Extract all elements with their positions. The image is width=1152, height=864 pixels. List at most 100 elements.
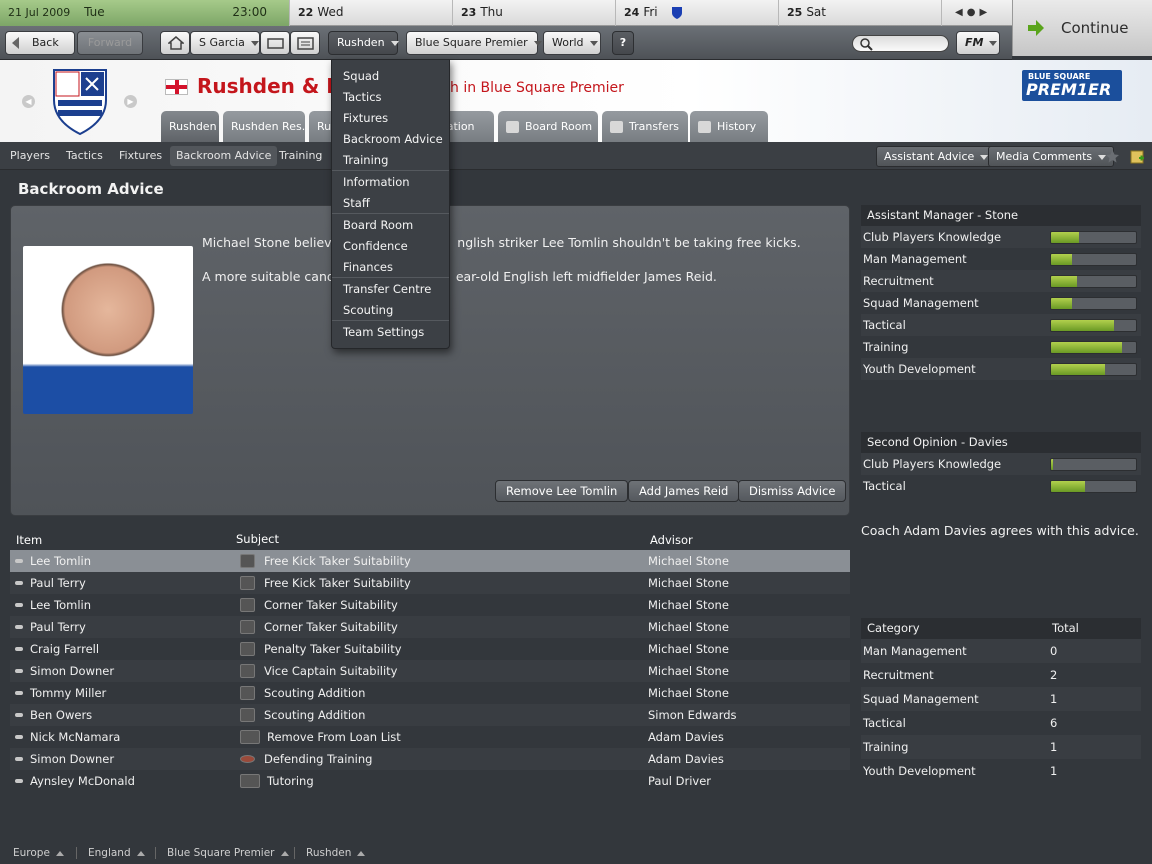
category-total: 1 [1050, 764, 1058, 778]
column-header-advisor[interactable]: Advisor [650, 533, 693, 547]
assistant-advice-button[interactable]: Assistant Advice [876, 146, 997, 167]
table-row[interactable]: Nick McNamara Remove From Loan List Adam D… [10, 726, 850, 748]
table-row[interactable]: Man Management 0 [861, 639, 1141, 663]
menu-item-team-settings[interactable]: Team Settings [343, 325, 424, 339]
table-row[interactable]: Tommy Miller Scouting Addition Michael Sto… [10, 682, 850, 704]
second-opinion-ratings: Club Players Knowledge Tactical [861, 453, 1141, 497]
table-row[interactable]: Tactical 6 [861, 711, 1141, 735]
news-button[interactable] [290, 31, 320, 55]
tab-rushden[interactable]: Rushden [161, 111, 219, 142]
calendar-day[interactable]: 22 Wed [290, 0, 453, 26]
table-row[interactable]: Craig Farrell Penalty Taker Suitability Mi… [10, 638, 850, 660]
column-header-item[interactable]: Item [16, 533, 42, 547]
home-button[interactable] [160, 31, 190, 55]
table-row[interactable]: Ben Owers Scouting Addition Simon Edwards [10, 704, 850, 726]
menu-item-squad[interactable]: Squad [343, 69, 379, 83]
table-row[interactable]: Simon Downer Vice Captain Suitability Mich… [10, 660, 850, 682]
subtab-tactics[interactable]: Tactics [60, 146, 109, 166]
subtab-training[interactable]: Training [273, 146, 328, 166]
subtab-players[interactable]: Players [4, 146, 56, 166]
rating-row: Youth Development [861, 358, 1141, 380]
table-row[interactable]: Lee Tomlin Free Kick Taker Suitability Mic… [10, 550, 850, 572]
menu-item-finances[interactable]: Finances [343, 260, 393, 274]
table-row[interactable]: Simon Downer Defending Training Adam Davie… [10, 748, 850, 770]
breadcrumb-league[interactable]: Blue Square Premier [167, 842, 297, 864]
dismiss-advice-button[interactable]: Dismiss Advice [738, 480, 847, 502]
chevron-up-icon [136, 850, 145, 856]
next-club-arrow-icon[interactable]: ▶ [124, 95, 137, 108]
category-header: Category Total [861, 618, 1141, 639]
add-player-button[interactable]: Add James Reid [628, 480, 740, 502]
breadcrumb-england[interactable]: England [88, 842, 153, 864]
rating-bar [1050, 341, 1137, 354]
category-label: Training [863, 740, 909, 754]
rating-label: Tactical [863, 318, 906, 332]
remove-player-button[interactable]: Remove Lee Tomlin [495, 480, 629, 502]
table-row[interactable]: Training 1 [861, 735, 1141, 759]
table-row[interactable]: Squad Management 1 [861, 687, 1141, 711]
menu-item-board-room[interactable]: Board Room [343, 218, 413, 232]
breadcrumb-europe[interactable]: Europe [13, 842, 72, 864]
manager-dropdown[interactable]: S Garcia [190, 31, 260, 55]
column-header-category[interactable]: Category [867, 621, 920, 635]
subtab-backroom-advice[interactable]: Backroom Advice [170, 146, 278, 166]
table-cell-advisor: Michael Stone [648, 576, 729, 590]
menu-item-tactics[interactable]: Tactics [343, 90, 382, 104]
calendar-day[interactable]: 23 Thu [453, 0, 616, 26]
help-button[interactable]: ? [612, 31, 634, 55]
table-row[interactable]: Lee Tomlin Corner Taker Suitability Michae… [10, 594, 850, 616]
menu-item-backroom-advice[interactable]: Backroom Advice [343, 132, 443, 146]
rating-bar [1050, 319, 1137, 332]
category-label: Squad Management [863, 692, 979, 706]
set-piece-icon [240, 620, 255, 634]
calendar-prev-icon[interactable]: ◀ [955, 7, 967, 18]
back-button[interactable]: Back [5, 31, 75, 55]
column-header-subject[interactable]: Subject [236, 532, 279, 546]
previous-club-arrow-icon[interactable]: ◀ [22, 95, 35, 108]
calendar-day[interactable]: 25 Sat [779, 0, 942, 26]
star-icon[interactable] [1106, 150, 1119, 163]
media-comments-button[interactable]: Media Comments [988, 146, 1115, 167]
table-row[interactable]: Aynsley McDonald Tutoring Paul Driver [10, 770, 850, 792]
table-row[interactable]: Paul Terry Free Kick Taker Suitability Mic… [10, 572, 850, 594]
world-dropdown[interactable]: World [543, 31, 601, 55]
menu-item-training[interactable]: Training [343, 153, 388, 167]
inbox-button[interactable] [260, 31, 290, 55]
table-row[interactable]: Youth Development 1 [861, 759, 1141, 783]
tab-transfers[interactable]: Transfers [602, 111, 688, 142]
menu-item-transfer-centre[interactable]: Transfer Centre [343, 282, 431, 296]
second-opinion-text: Coach Adam Davies agrees with this advic… [861, 523, 1139, 538]
page-title: Backroom Advice [18, 180, 164, 198]
tab-rushden-res[interactable]: Rushden Res. [223, 111, 305, 142]
continue-button[interactable]: Continue [1012, 0, 1152, 56]
forward-button[interactable]: Forward [77, 31, 143, 55]
column-header-total[interactable]: Total [1052, 618, 1079, 639]
magnifier-icon [240, 686, 255, 700]
subtab-fixtures[interactable]: Fixtures [113, 146, 168, 166]
second-opinion-title: Second Opinion - Davies [861, 432, 1141, 453]
calendar-today-icon[interactable]: ● [967, 7, 980, 18]
league-dropdown[interactable]: Blue Square Premier [406, 31, 542, 55]
menu-item-confidence[interactable]: Confidence [343, 239, 408, 253]
calendar-day-name: Fri [643, 5, 658, 19]
table-row[interactable]: Recruitment 2 [861, 663, 1141, 687]
menu-item-information[interactable]: Information [343, 175, 410, 189]
tab-history[interactable]: History [690, 111, 768, 142]
table-cell-advisor: Michael Stone [648, 598, 729, 612]
calendar-day-name: Tue [84, 5, 105, 19]
calendar-day-today[interactable]: 21 Jul 2009 Tue 23:00 [0, 0, 290, 26]
category-label: Man Management [863, 644, 967, 658]
table-row[interactable]: Paul Terry Corner Taker Suitability Michae… [10, 616, 850, 638]
club-dropdown[interactable]: Rushden [328, 31, 399, 55]
fm-menu-button[interactable]: FM [956, 31, 1000, 55]
menu-item-staff[interactable]: Staff [343, 196, 370, 210]
add-note-icon[interactable] [1130, 149, 1145, 164]
calendar-day[interactable]: 24 Fri [616, 0, 779, 26]
menu-item-fixtures[interactable]: Fixtures [343, 111, 388, 125]
calendar-next-icon[interactable]: ▶ [979, 7, 991, 18]
breadcrumb-club[interactable]: Rushden [306, 842, 373, 864]
menu-item-scouting[interactable]: Scouting [343, 303, 393, 317]
rating-row: Training [861, 336, 1141, 358]
tab-board-room[interactable]: Board Room [498, 111, 598, 142]
search-input[interactable] [852, 35, 949, 52]
